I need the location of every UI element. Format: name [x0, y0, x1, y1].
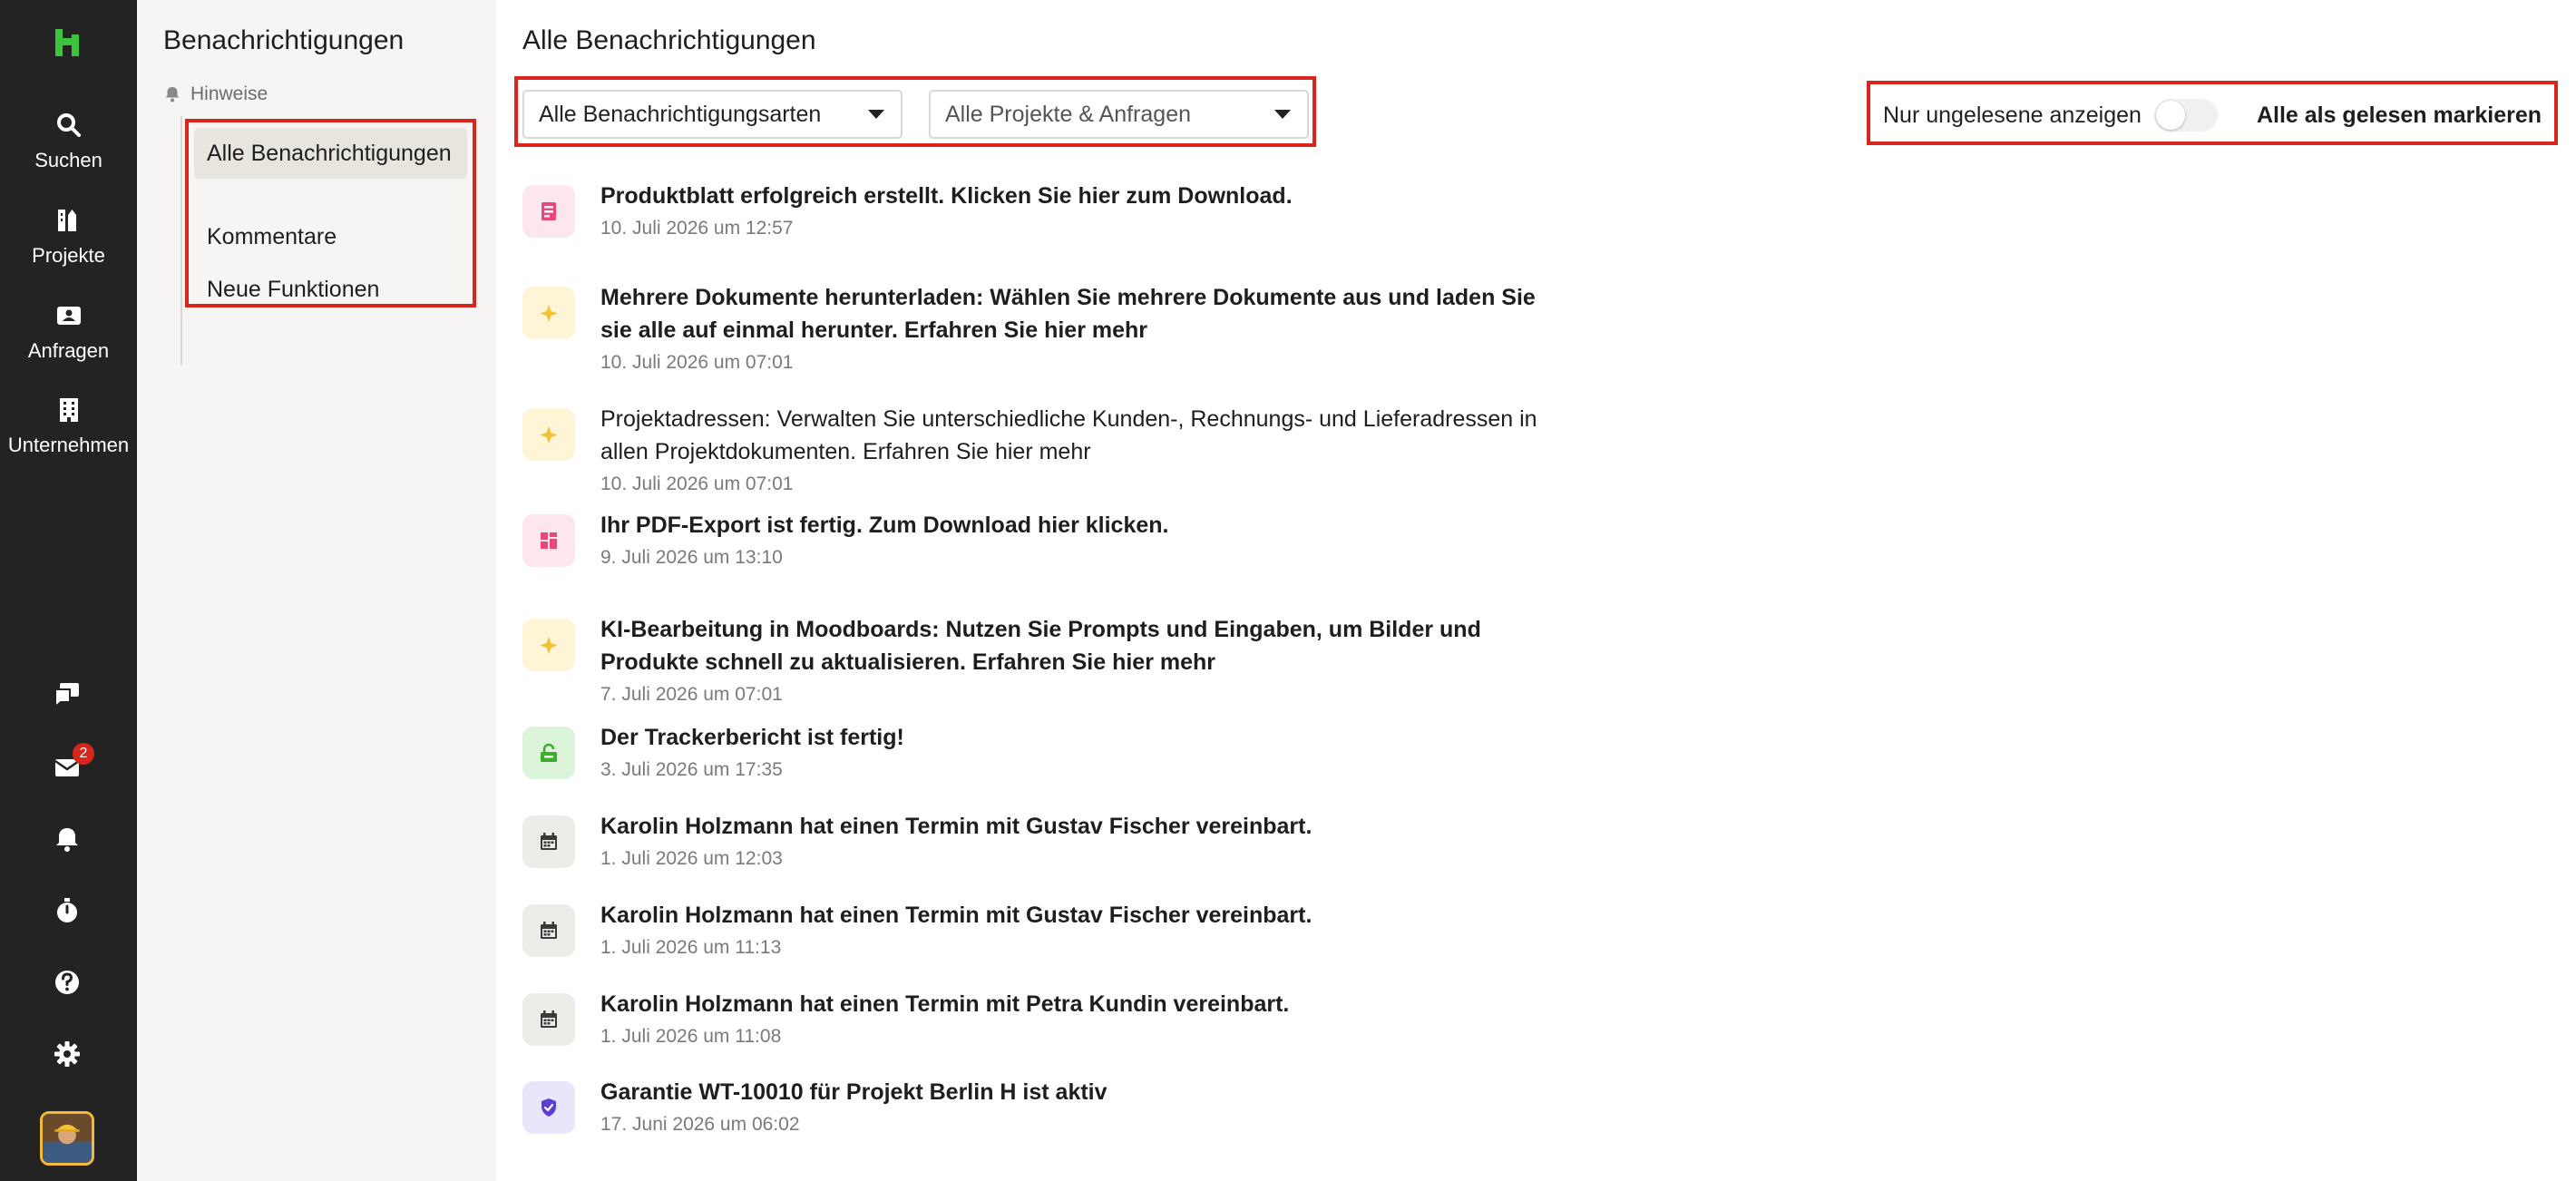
- notification-date: 1. Juli 2026 um 11:13: [600, 937, 782, 958]
- sidebar-section-hints: Hinweise: [163, 83, 268, 105]
- filter-bar: Alle Benachrichtigungsarten Alle Projekt…: [514, 76, 1316, 147]
- notification-date: 10. Juli 2026 um 07:01: [600, 352, 794, 373]
- bell-icon: [165, 87, 180, 102]
- caret-down-icon: [868, 110, 884, 119]
- notification-text: Projektadressen: Verwalten Sie unterschi…: [600, 406, 1537, 464]
- notification-text: Karolin Holzmann hat einen Termin mit Gu…: [600, 903, 1312, 928]
- notifications-sidebar: Benachrichtigungen Hinweise Alle Benachr…: [137, 0, 496, 1181]
- projects-icon: [57, 210, 76, 231]
- chat-button[interactable]: [49, 677, 85, 713]
- pdf-export-icon: [522, 514, 575, 567]
- inbox-badge: 2: [73, 743, 94, 765]
- page-title: Alle Benachrichtigungen: [522, 25, 816, 55]
- list-actions: Nur ungelesene anzeigen Alle als gelesen…: [1867, 81, 2558, 145]
- user-avatar[interactable]: [40, 1111, 94, 1166]
- notification-date: 10. Juli 2026 um 07:01: [600, 473, 794, 494]
- tree-line: [181, 116, 182, 366]
- notification-text: Garantie WT-10010 für Projekt Berlin H i…: [600, 1079, 1107, 1105]
- notification-item[interactable]: Mehrere Dokumente herunterladen: Wählen …: [522, 285, 1575, 385]
- time-tracking-button[interactable]: [49, 893, 85, 929]
- bell-icon: [56, 828, 78, 852]
- rail-nav-label: Anfragen: [27, 339, 110, 362]
- notification-date: 17. Juni 2026 um 06:02: [600, 1114, 800, 1135]
- notification-date: 1. Juli 2026 um 11:08: [600, 1026, 782, 1047]
- calendar-icon: [522, 815, 575, 868]
- sidebar-menu: Alle Benachrichtigungen Kommentare Neue …: [185, 119, 476, 307]
- notification-item[interactable]: Produktblatt erfolgreich erstellt. Klick…: [522, 183, 1575, 258]
- inbox-button[interactable]: 2: [49, 743, 94, 785]
- chat-icon: [54, 683, 79, 709]
- notification-date: 7. Juli 2026 um 07:01: [600, 684, 783, 705]
- notification-text: Der Trackerbericht ist fertig!: [600, 725, 904, 750]
- notification-text: Mehrere Dokumente herunterladen: Wählen …: [600, 285, 1536, 343]
- notification-date: 1. Juli 2026 um 12:03: [600, 848, 783, 869]
- notification-item[interactable]: Garantie WT-10010 für Projekt Berlin H i…: [522, 1079, 1575, 1154]
- search-icon: [56, 113, 81, 137]
- sidebar-title: Benachrichtigungen: [163, 25, 405, 55]
- sidebar-item-comments[interactable]: Kommentare: [194, 220, 467, 253]
- rail-nav-label: Projekte: [32, 244, 105, 267]
- h-logo-icon[interactable]: [50, 25, 84, 60]
- sparkle-icon: [522, 408, 575, 461]
- rail-nav-inquiries[interactable]: Anfragen: [0, 301, 137, 363]
- notification-text: Karolin Holzmann hat einen Termin mit Pe…: [600, 991, 1290, 1017]
- project-select[interactable]: Alle Projekte & Anfragen: [929, 90, 1309, 139]
- document-icon: [522, 185, 575, 238]
- unread-only-toggle[interactable]: [2154, 99, 2218, 132]
- settings-button[interactable]: [49, 1036, 85, 1072]
- building-icon: [59, 398, 78, 422]
- notification-type-select[interactable]: Alle Benachrichtigungsarten: [522, 90, 903, 139]
- sparkle-icon: [522, 619, 575, 671]
- shield-icon: [522, 1081, 575, 1134]
- notification-item[interactable]: Ihr PDF-Export ist fertig. Zum Download …: [522, 512, 1575, 587]
- sidebar-item-label: Kommentare: [207, 224, 337, 249]
- app-rail: Suchen Projekte Anfragen Unternehmen 2: [0, 0, 137, 1181]
- mark-all-read-button[interactable]: Alle als gelesen markieren: [2257, 102, 2542, 129]
- rail-nav-label: Unternehmen: [7, 434, 130, 456]
- notification-text: Karolin Holzmann hat einen Termin mit Gu…: [600, 814, 1312, 839]
- notification-type-value: Alle Benachrichtigungsarten: [539, 101, 822, 127]
- unread-only-label: Nur ungelesene anzeigen: [1883, 102, 2142, 128]
- notification-text: KI-Bearbeitung in Moodboards: Nutzen Sie…: [600, 617, 1481, 675]
- notification-item[interactable]: Karolin Holzmann hat einen Termin mit Gu…: [522, 814, 1575, 888]
- calendar-icon: [522, 993, 575, 1046]
- project-select-value: Alle Projekte & Anfragen: [945, 101, 1191, 127]
- sparkle-icon: [522, 287, 575, 339]
- notification-item[interactable]: Der Trackerbericht ist fertig! 3. Juli 2…: [522, 725, 1575, 799]
- stopwatch-icon: [57, 898, 77, 922]
- rail-nav-company[interactable]: Unternehmen: [0, 395, 137, 457]
- toggle-knob: [2156, 101, 2185, 130]
- calendar-icon: [522, 904, 575, 957]
- sidebar-section-label: Hinweise: [190, 83, 268, 104]
- notification-item[interactable]: Projektadressen: Verwalten Sie unterschi…: [522, 406, 1575, 506]
- rail-nav-projects[interactable]: Projekte: [0, 206, 137, 268]
- help-icon: [55, 971, 79, 994]
- sidebar-item-label: Alle Benachrichtigungen: [207, 141, 452, 166]
- notification-item[interactable]: KI-Bearbeitung in Moodboards: Nutzen Sie…: [522, 617, 1575, 717]
- sidebar-item-all-notifications[interactable]: Alle Benachrichtigungen: [194, 128, 467, 179]
- caret-down-icon: [1274, 110, 1291, 119]
- tracker-icon: [522, 727, 575, 779]
- notification-date: 3. Juli 2026 um 17:35: [600, 759, 783, 780]
- notifications-button[interactable]: [49, 821, 85, 857]
- rail-nav-label: Suchen: [34, 149, 102, 171]
- notification-text: Ihr PDF-Export ist fertig. Zum Download …: [600, 512, 1169, 538]
- help-button[interactable]: [49, 964, 85, 1000]
- notification-item[interactable]: Karolin Holzmann hat einen Termin mit Pe…: [522, 991, 1575, 1066]
- sidebar-item-label: Neue Funktionen: [207, 277, 380, 302]
- notification-text: Produktblatt erfolgreich erstellt. Klick…: [600, 183, 1293, 209]
- gear-icon: [54, 1041, 80, 1067]
- notification-item[interactable]: Karolin Holzmann hat einen Termin mit Gu…: [522, 903, 1575, 977]
- rail-nav-search[interactable]: Suchen: [0, 111, 137, 172]
- notification-date: 10. Juli 2026 um 12:57: [600, 218, 794, 239]
- sidebar-item-new-features[interactable]: Neue Funktionen: [194, 273, 467, 304]
- notification-date: 9. Juli 2026 um 13:10: [600, 547, 783, 568]
- inquiries-icon: [56, 307, 81, 325]
